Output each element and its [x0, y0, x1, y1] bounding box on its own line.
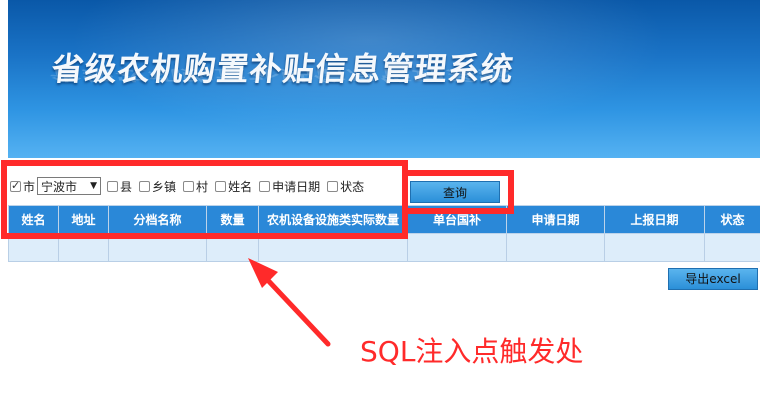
system-title-reflection: 省级农机购置补贴信息管理系统 [47, 66, 514, 84]
annotation-box-filters [1, 160, 408, 239]
table-cell [704, 233, 760, 262]
column-header-status: 状态 [704, 205, 760, 234]
column-header-report-date: 上报日期 [604, 205, 705, 234]
arrow-shaft [259, 271, 331, 347]
arrow-head [248, 258, 278, 288]
table-cell [604, 233, 705, 262]
export-excel-button[interactable]: 导出excel [668, 268, 758, 290]
table-cell [506, 233, 605, 262]
table-cell [407, 233, 507, 262]
annotation-box-query [402, 170, 514, 214]
column-header-apply-date: 申请日期 [506, 205, 605, 234]
annotation-text: SQL注入点触发处 [360, 335, 584, 368]
header-banner: 省级农机购置补贴信息管理系统 省级农机购置补贴信息管理系统 [8, 0, 760, 158]
